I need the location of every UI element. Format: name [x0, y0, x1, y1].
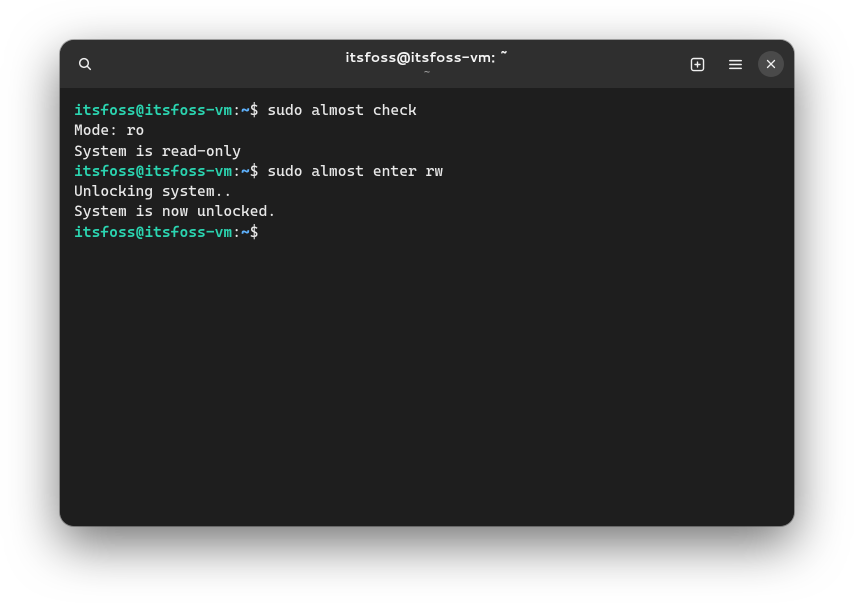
prompt-line: itsfoss@itsfoss-vm:~$ sudo almost enter … — [74, 161, 780, 181]
window-title: itsfoss@itsfoss-vm: ~ — [345, 50, 508, 65]
output-line: Mode: ro — [74, 120, 780, 140]
search-button[interactable] — [70, 49, 100, 79]
titlebar: itsfoss@itsfoss-vm: ~ ~ — [60, 40, 794, 88]
command-text: sudo almost check — [259, 101, 417, 119]
menu-button[interactable] — [720, 49, 750, 79]
output-text: System is now unlocked. — [74, 202, 276, 220]
prompt-symbol: $ — [250, 101, 259, 119]
prompt-symbol: $ — [250, 223, 259, 241]
new-tab-icon — [689, 56, 706, 73]
prompt-path: ~ — [241, 223, 250, 241]
hamburger-icon — [727, 56, 744, 73]
titlebar-left — [70, 49, 210, 79]
output-line: System is now unlocked. — [74, 201, 780, 221]
command-text: sudo almost enter rw — [259, 162, 444, 180]
output-line: Unlocking system.. — [74, 181, 780, 201]
prompt-path: ~ — [241, 101, 250, 119]
search-icon — [77, 56, 93, 72]
prompt-line: itsfoss@itsfoss-vm:~$ — [74, 222, 780, 242]
output-text: Unlocking system.. — [74, 182, 232, 200]
titlebar-center: itsfoss@itsfoss-vm: ~ ~ — [218, 50, 636, 77]
output-line: System is read-only — [74, 141, 780, 161]
output-text: Mode: ro — [74, 121, 144, 139]
prompt-symbol: $ — [250, 162, 259, 180]
prompt-path: ~ — [241, 162, 250, 180]
new-tab-button[interactable] — [682, 49, 712, 79]
prompt-line: itsfoss@itsfoss-vm:~$ sudo almost check — [74, 100, 780, 120]
prompt-separator: : — [232, 162, 241, 180]
prompt-user-host: itsfoss@itsfoss-vm — [74, 162, 232, 180]
terminal-body[interactable]: itsfoss@itsfoss-vm:~$ sudo almost checkM… — [60, 88, 794, 526]
terminal-window: itsfoss@itsfoss-vm: ~ ~ — [60, 40, 794, 526]
titlebar-right — [644, 49, 784, 79]
prompt-separator: : — [232, 223, 241, 241]
prompt-separator: : — [232, 101, 241, 119]
output-text: System is read-only — [74, 142, 241, 160]
close-icon — [765, 58, 777, 70]
prompt-user-host: itsfoss@itsfoss-vm — [74, 101, 232, 119]
window-subtitle: ~ — [424, 67, 430, 78]
close-button[interactable] — [758, 51, 784, 77]
command-text — [259, 223, 268, 241]
prompt-user-host: itsfoss@itsfoss-vm — [74, 223, 232, 241]
